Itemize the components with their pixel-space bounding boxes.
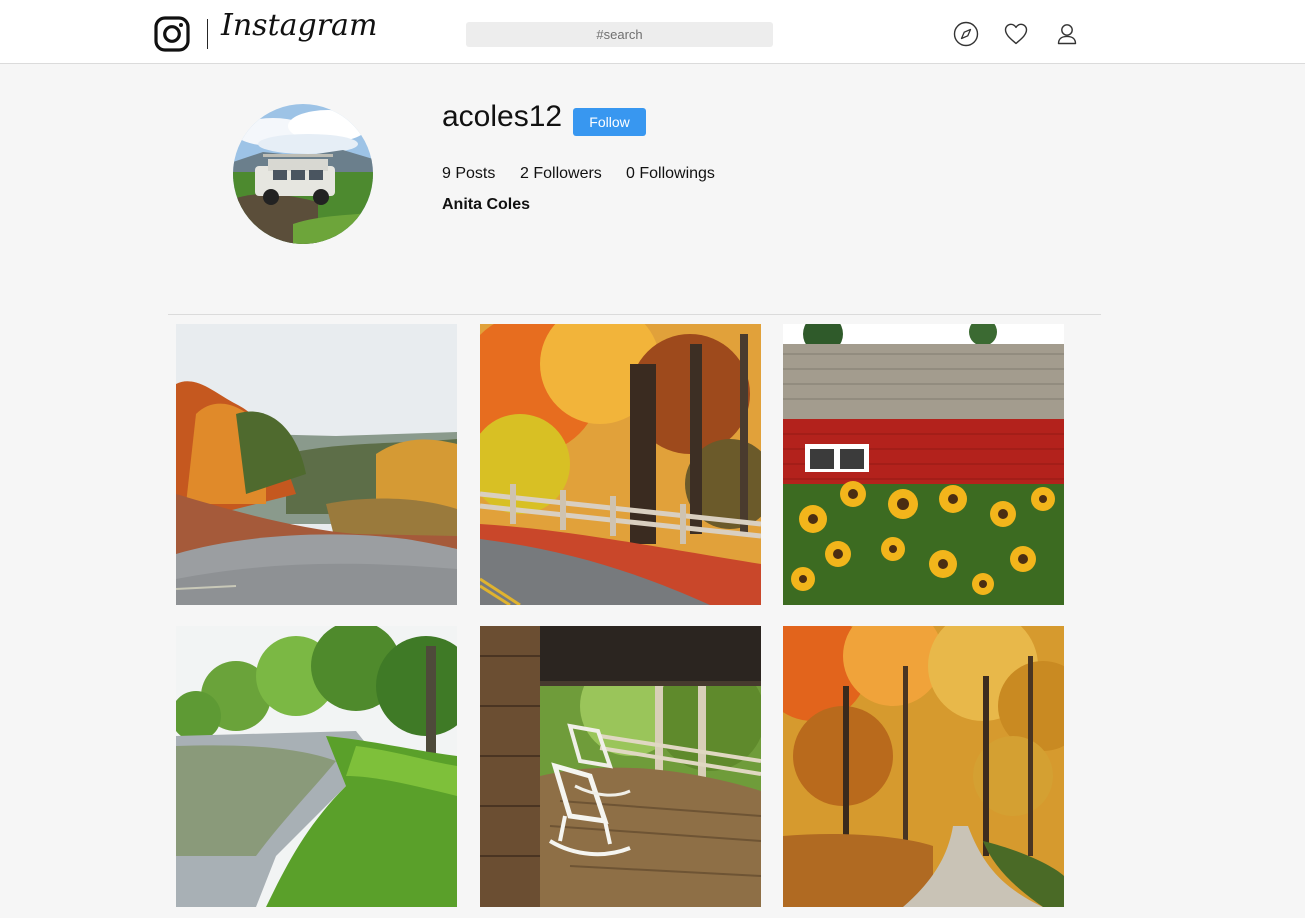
top-navigation-bar: Instagram (0, 0, 1305, 64)
followers-count[interactable]: 2 Followers (520, 165, 602, 183)
brand-wordmark[interactable]: Instagram (221, 8, 377, 43)
profile-full-name: Anita Coles (442, 196, 531, 213)
profile-avatar[interactable] (233, 104, 373, 244)
post-thumbnail[interactable] (480, 324, 761, 605)
user-icon[interactable] (1053, 20, 1081, 48)
compass-icon[interactable] (952, 20, 980, 48)
post-thumbnail[interactable] (783, 626, 1064, 907)
post-thumbnail[interactable] (480, 626, 761, 907)
profile-username: acoles12 (442, 100, 563, 133)
followings-count[interactable]: 0 Followings (626, 165, 715, 183)
logo-divider (207, 19, 208, 49)
post-thumbnail[interactable] (783, 324, 1064, 605)
follow-button[interactable]: Follow (573, 108, 646, 136)
profile-divider (168, 314, 1101, 315)
post-thumbnail[interactable] (176, 626, 457, 907)
heart-icon[interactable] (1002, 20, 1030, 48)
search-input[interactable] (466, 22, 773, 47)
posts-count: 9 Posts (442, 165, 496, 182)
instagram-logo-icon[interactable] (154, 16, 190, 52)
post-thumbnail[interactable] (176, 324, 457, 605)
